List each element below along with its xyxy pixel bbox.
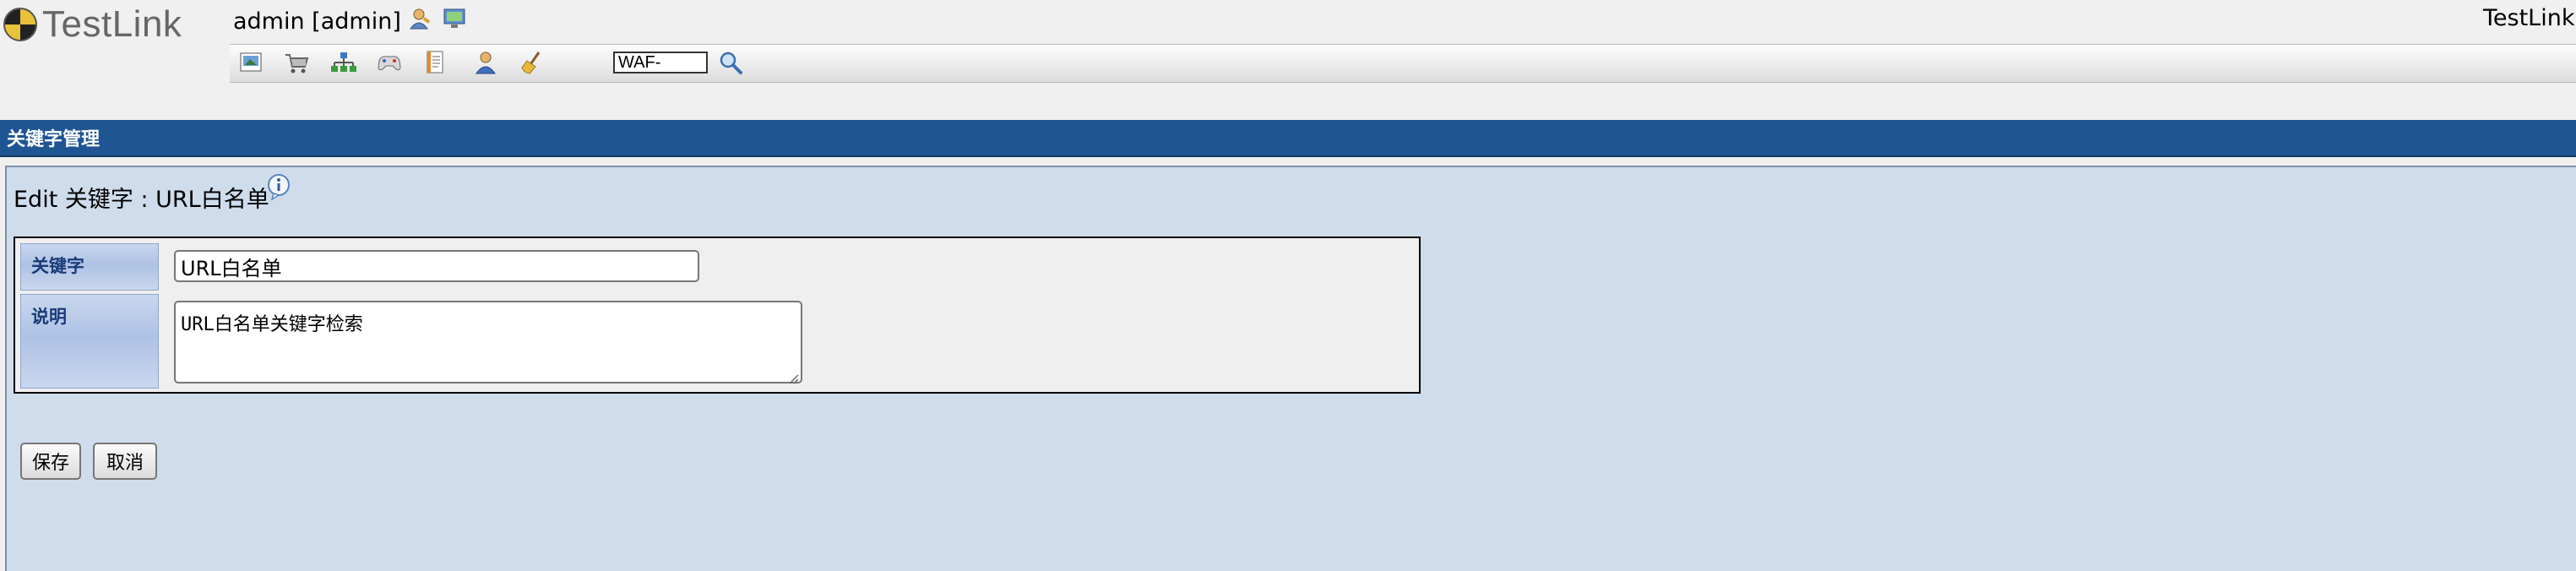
testlink-logo-icon <box>3 8 37 41</box>
gamepad-icon[interactable] <box>375 48 404 77</box>
keyword-input[interactable] <box>174 250 699 282</box>
user-settings-icon[interactable] <box>407 7 432 30</box>
testlink-logo[interactable]: TestLink <box>3 2 182 47</box>
current-user-label: admin [admin] <box>233 8 401 35</box>
cancel-button[interactable]: 取消 <box>93 443 157 480</box>
desktop-icon[interactable] <box>443 7 468 30</box>
keyword-label: 关键字 <box>31 256 84 276</box>
save-button[interactable]: 保存 <box>20 443 81 480</box>
notes-text: URL白名单关键字检索 <box>181 314 363 335</box>
page-title: Edit 关键字 : URL白名单 <box>14 187 269 213</box>
keyword-form: 关键字 说明 URL白名单关键字检索 <box>14 237 1421 394</box>
section-title-bar: 关键字管理 <box>0 120 2576 157</box>
broom-icon[interactable] <box>517 48 546 77</box>
top-header: TestLink admin [admin] TestLink V <box>0 0 2576 118</box>
magnifier-icon[interactable] <box>718 50 743 75</box>
document-icon[interactable] <box>421 48 449 77</box>
cart-icon[interactable] <box>282 48 311 77</box>
version-label: TestLink V <box>2483 5 2576 31</box>
main-toolbar <box>230 44 2576 83</box>
tree-icon[interactable] <box>329 48 358 77</box>
notes-label-cell: 说明 <box>20 294 159 389</box>
notes-label: 说明 <box>31 307 67 327</box>
resize-grip-icon[interactable] <box>787 368 799 384</box>
user-icon[interactable] <box>471 48 500 77</box>
keyword-label-cell: 关键字 <box>20 243 159 291</box>
logo-text: TestLink <box>42 3 182 45</box>
work-area: Edit 关键字 : URL白名单 关键字 说明 URL白名单关键字检索 保存 … <box>5 166 2576 571</box>
testcase-search-input[interactable] <box>613 52 708 73</box>
section-title: 关键字管理 <box>7 129 101 150</box>
notes-textarea[interactable]: URL白名单关键字检索 <box>174 301 802 384</box>
home-icon[interactable] <box>236 48 265 77</box>
info-icon[interactable] <box>265 172 294 201</box>
